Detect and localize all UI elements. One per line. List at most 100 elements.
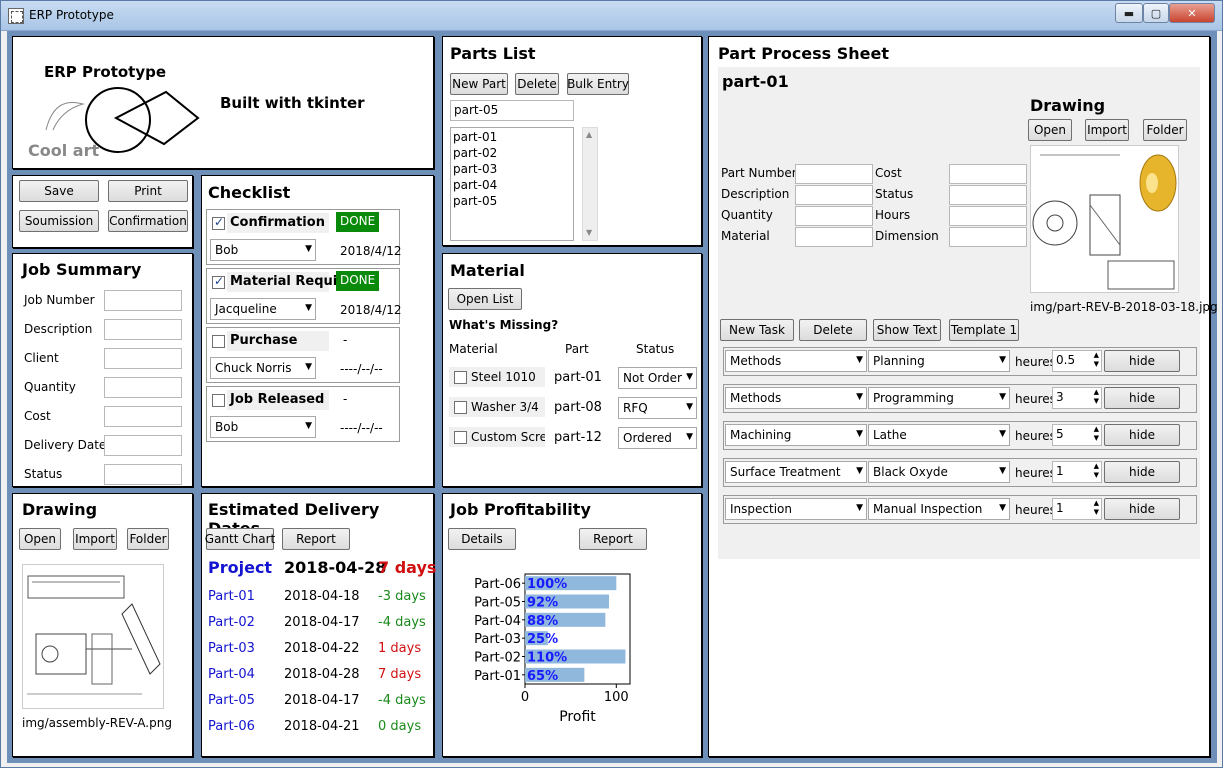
drawing-import-button[interactable]: Import: [73, 528, 117, 550]
task-hours-spinbox[interactable]: 0.5 ▲ ▼: [1052, 350, 1102, 372]
delivery-report-button[interactable]: Report: [282, 528, 350, 550]
drawing-folder-button[interactable]: Folder: [127, 528, 169, 550]
task-hide-button[interactable]: hide: [1104, 461, 1180, 483]
task-hide-button[interactable]: hide: [1104, 498, 1180, 520]
minimize-button[interactable]: ▬: [1115, 3, 1143, 23]
checklist-person-select[interactable]: Jacqueline ▼: [210, 298, 316, 320]
task-hide-button[interactable]: hide: [1104, 387, 1180, 409]
checklist-checkbox[interactable]: [212, 215, 225, 230]
print-button[interactable]: Print: [108, 180, 188, 202]
material-checkbox[interactable]: [454, 371, 467, 384]
new-task-button[interactable]: New Task: [720, 319, 794, 341]
material-status-select[interactable]: Not Order ▼: [618, 367, 697, 389]
open-list-button[interactable]: Open List: [448, 288, 522, 310]
process-import-button[interactable]: Import: [1085, 119, 1129, 141]
save-button[interactable]: Save: [19, 180, 99, 202]
process-field-input[interactable]: [795, 227, 873, 247]
process-field-input[interactable]: [795, 206, 873, 226]
process-field-input[interactable]: [949, 185, 1027, 205]
task-hours-spinbox[interactable]: 5 ▲ ▼: [1052, 424, 1102, 446]
process-field-input[interactable]: [795, 185, 873, 205]
spin-arrows-icon[interactable]: ▲ ▼: [1094, 425, 1099, 443]
task-dept-select[interactable]: Inspection ▼: [725, 498, 867, 520]
job-summary-label[interactable]: Quantity: [24, 380, 76, 394]
job-summary-field[interactable]: [104, 348, 182, 369]
gantt-chart-button[interactable]: Gantt Chart: [205, 528, 275, 550]
material-status-select[interactable]: Ordered ▼: [618, 427, 697, 449]
checklist-person-select[interactable]: Bob ▼: [210, 416, 316, 438]
submission-button[interactable]: Soumission: [19, 210, 99, 232]
job-summary-label[interactable]: Client: [24, 351, 59, 365]
job-summary-field[interactable]: [104, 377, 182, 398]
task-op-select[interactable]: Programming ▼: [868, 387, 1010, 409]
job-summary-field[interactable]: [104, 290, 182, 311]
template-button[interactable]: Template 1: [949, 319, 1019, 341]
parts-list-item[interactable]: part-02: [453, 146, 497, 160]
delivery-part[interactable]: Part-05: [208, 693, 255, 708]
task-dept-select[interactable]: Methods ▼: [725, 387, 867, 409]
profit-report-button[interactable]: Report: [579, 528, 647, 550]
parts-list-item[interactable]: part-05: [453, 194, 497, 208]
job-summary-label[interactable]: Delivery Date: [24, 438, 106, 452]
job-summary-field[interactable]: [104, 406, 182, 427]
spin-arrows-icon[interactable]: ▲ ▼: [1094, 351, 1099, 369]
show-text-button[interactable]: Show Text: [873, 319, 941, 341]
job-summary-field[interactable]: [104, 435, 182, 456]
task-hide-button[interactable]: hide: [1104, 350, 1180, 372]
task-hide-button[interactable]: hide: [1104, 424, 1180, 446]
confirmation-button[interactable]: Confirmation: [108, 210, 188, 232]
part-entry[interactable]: part-05: [450, 100, 574, 121]
checklist-checkbox[interactable]: [212, 335, 225, 348]
material-status-select[interactable]: RFQ ▼: [618, 397, 697, 419]
job-summary-label[interactable]: Status: [24, 467, 62, 481]
task-hours-spinbox[interactable]: 1 ▲ ▼: [1052, 498, 1102, 520]
process-field-input[interactable]: [949, 206, 1027, 226]
task-hours-spinbox[interactable]: 3 ▲ ▼: [1052, 387, 1102, 409]
checklist-checkbox[interactable]: [212, 394, 225, 407]
task-op-select[interactable]: Planning ▼: [868, 350, 1010, 372]
delete-part-button[interactable]: Delete: [515, 73, 559, 95]
spin-arrows-icon[interactable]: ▲ ▼: [1094, 499, 1099, 517]
task-op-select[interactable]: Black Oxyde ▼: [868, 461, 1010, 483]
delete-task-button[interactable]: Delete: [799, 319, 867, 341]
parts-list-item[interactable]: part-01: [453, 130, 497, 144]
scroll-down-icon[interactable]: ▼: [586, 228, 592, 237]
task-dept-select[interactable]: Surface Treatment ▼: [725, 461, 867, 483]
drawing-open-button[interactable]: Open: [19, 528, 61, 550]
job-summary-label[interactable]: Job Number: [24, 293, 95, 307]
material-checkbox[interactable]: [454, 431, 467, 444]
process-field-input[interactable]: [795, 164, 873, 184]
task-op-select[interactable]: Manual Inspection ▼: [868, 498, 1010, 520]
scroll-up-icon[interactable]: ▲: [586, 130, 592, 139]
material-checkbox[interactable]: [454, 401, 467, 414]
task-dept-select[interactable]: Machining ▼: [725, 424, 867, 446]
new-part-button[interactable]: New Part: [450, 73, 508, 95]
process-open-button[interactable]: Open: [1028, 119, 1072, 141]
parts-scrollbar[interactable]: ▲ ▼: [582, 127, 598, 241]
job-summary-field[interactable]: [104, 319, 182, 340]
delivery-part[interactable]: Part-02: [208, 615, 255, 630]
job-summary-label[interactable]: Description: [24, 322, 92, 336]
profit-details-button[interactable]: Details: [448, 528, 516, 550]
delivery-part[interactable]: Part-01: [208, 589, 255, 604]
spin-arrows-icon[interactable]: ▲ ▼: [1094, 462, 1099, 480]
checklist-person-select[interactable]: Bob ▼: [210, 239, 316, 261]
delivery-part[interactable]: Part-04: [208, 667, 255, 682]
task-dept-select[interactable]: Methods ▼: [725, 350, 867, 372]
bulk-entry-button[interactable]: Bulk Entry: [567, 73, 629, 95]
delivery-part[interactable]: Part-03: [208, 641, 255, 656]
spin-arrows-icon[interactable]: ▲ ▼: [1094, 388, 1099, 406]
job-summary-label[interactable]: Cost: [24, 409, 51, 423]
close-button[interactable]: ✕: [1169, 3, 1215, 23]
parts-list-item[interactable]: part-03: [453, 162, 497, 176]
process-field-input[interactable]: [949, 164, 1027, 184]
task-op-select[interactable]: Lathe ▼: [868, 424, 1010, 446]
process-folder-button[interactable]: Folder: [1143, 119, 1187, 141]
parts-list-item[interactable]: part-04: [453, 178, 497, 192]
process-field-input[interactable]: [949, 227, 1027, 247]
parts-listbox[interactable]: part-01 part-02 part-03 part-04 part-05: [450, 127, 574, 241]
job-summary-field[interactable]: [104, 464, 182, 485]
checklist-checkbox[interactable]: [212, 274, 225, 289]
delivery-part[interactable]: Part-06: [208, 719, 255, 734]
maximize-button[interactable]: ▢: [1143, 3, 1169, 23]
